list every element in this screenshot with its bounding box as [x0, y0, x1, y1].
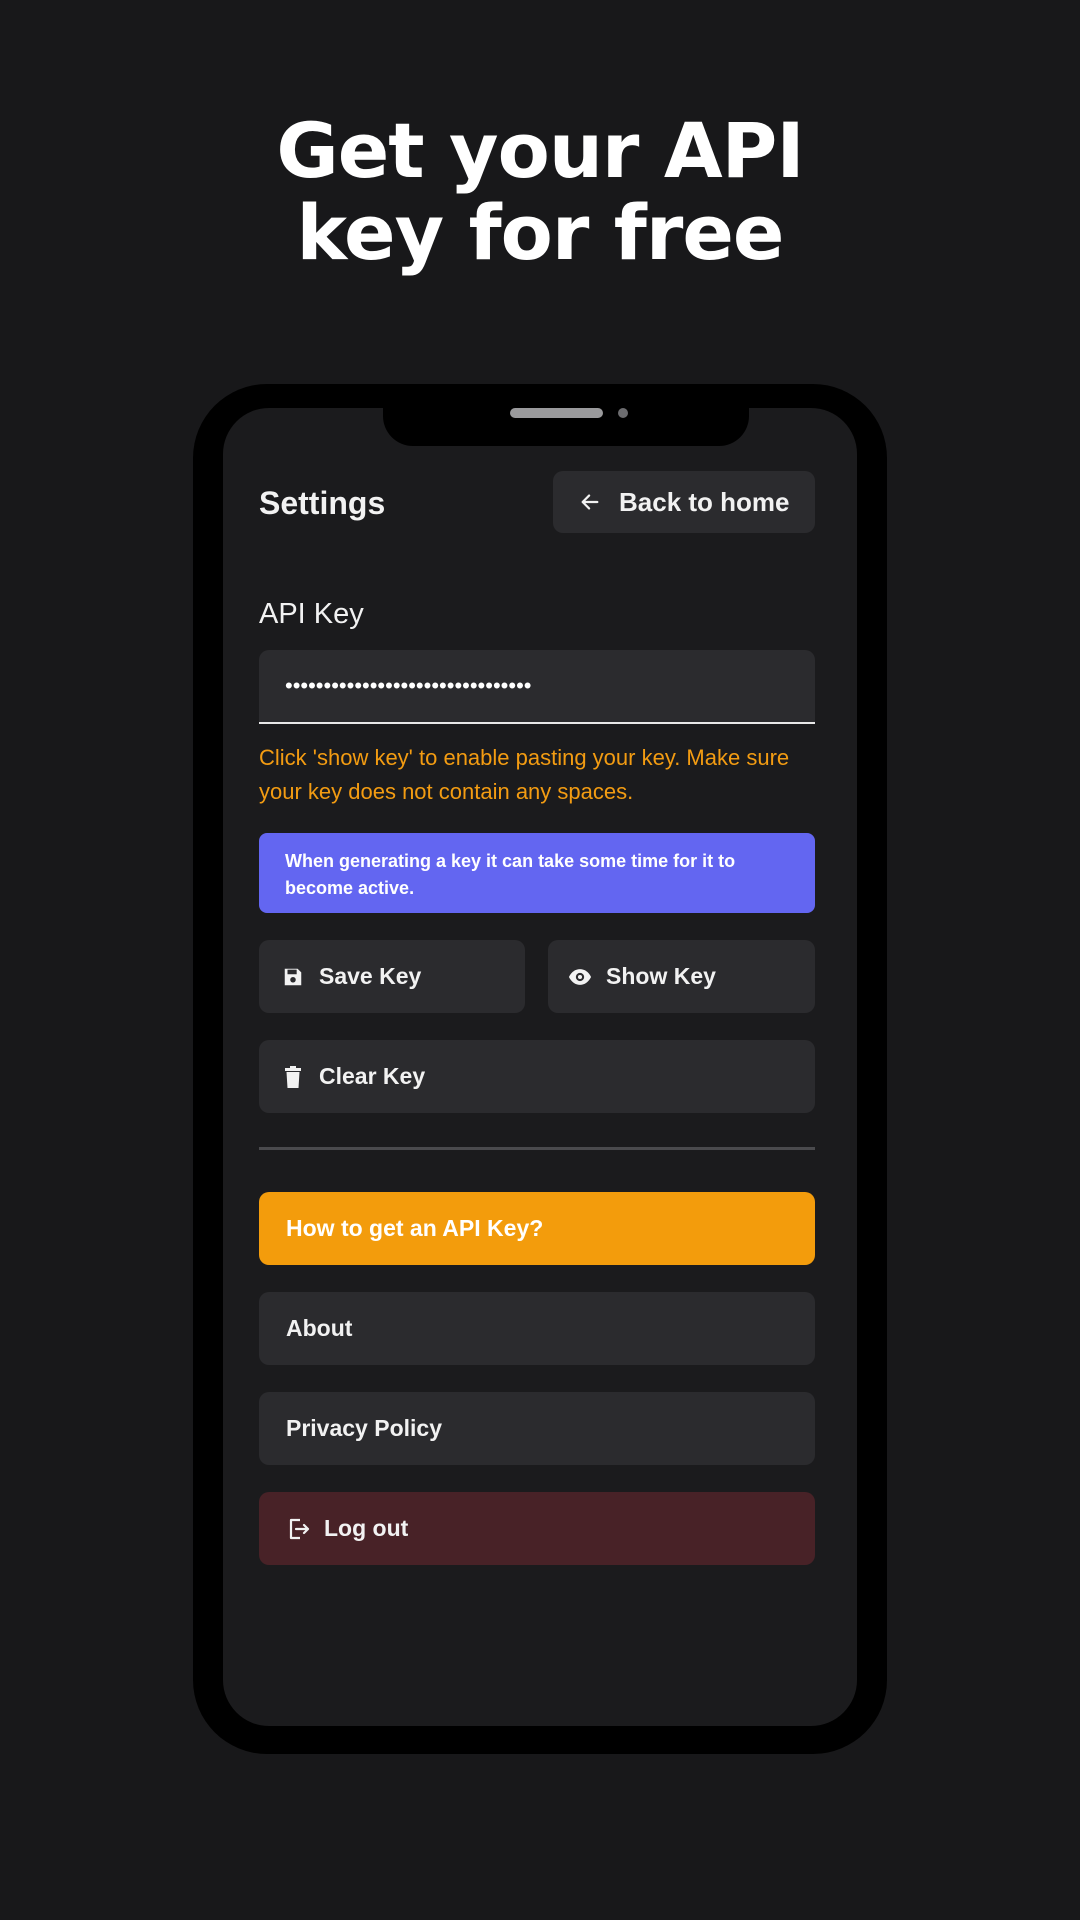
show-key-label: Show Key — [606, 963, 716, 989]
save-key-label: Save Key — [319, 963, 422, 989]
settings-header: Settings Back to home — [259, 471, 815, 533]
log-out-label: Log out — [324, 1515, 409, 1541]
section-divider — [259, 1147, 815, 1150]
phone-frame: Settings Back to home API Key Click 'sho… — [193, 384, 887, 1754]
promo-headline-line-2: key for free — [296, 188, 785, 277]
back-to-home-button[interactable]: Back to home — [553, 471, 815, 533]
clear-key-label: Clear Key — [319, 1063, 426, 1089]
about-button[interactable]: About — [259, 1292, 815, 1365]
trash-icon — [281, 1065, 305, 1089]
floppy-disk-icon — [281, 965, 305, 989]
promo-headline-line-1: Get your API — [276, 106, 804, 195]
api-key-label: API Key — [259, 598, 364, 630]
api-key-input[interactable] — [259, 650, 815, 724]
phone-notch — [383, 408, 749, 446]
how-to-get-api-key-button[interactable]: How to get an API Key? — [259, 1192, 815, 1265]
page-title: Settings — [259, 485, 386, 521]
logout-icon — [286, 1517, 310, 1541]
show-key-button[interactable]: Show Key — [548, 940, 815, 1013]
arrow-left-icon — [581, 494, 599, 510]
front-camera — [618, 408, 628, 418]
log-out-button[interactable]: Log out — [259, 1492, 815, 1565]
back-to-home-label: Back to home — [619, 486, 790, 517]
phone-screen: Settings Back to home API Key Click 'sho… — [223, 408, 857, 1726]
privacy-policy-label: Privacy Policy — [286, 1415, 442, 1441]
how-to-get-api-key-label: How to get an API Key? — [286, 1215, 544, 1241]
save-key-button[interactable]: Save Key — [259, 940, 525, 1013]
speaker-grille — [510, 408, 603, 418]
privacy-policy-button[interactable]: Privacy Policy — [259, 1392, 815, 1465]
activation-info-banner: When generating a key it can take some t… — [259, 833, 815, 913]
promo-headline: Get your API key for free — [0, 110, 1080, 274]
clear-key-button[interactable]: Clear Key — [259, 1040, 815, 1113]
api-key-warning: Click 'show key' to enable pasting your … — [259, 745, 790, 804]
eye-icon — [568, 965, 592, 989]
about-label: About — [286, 1315, 353, 1341]
